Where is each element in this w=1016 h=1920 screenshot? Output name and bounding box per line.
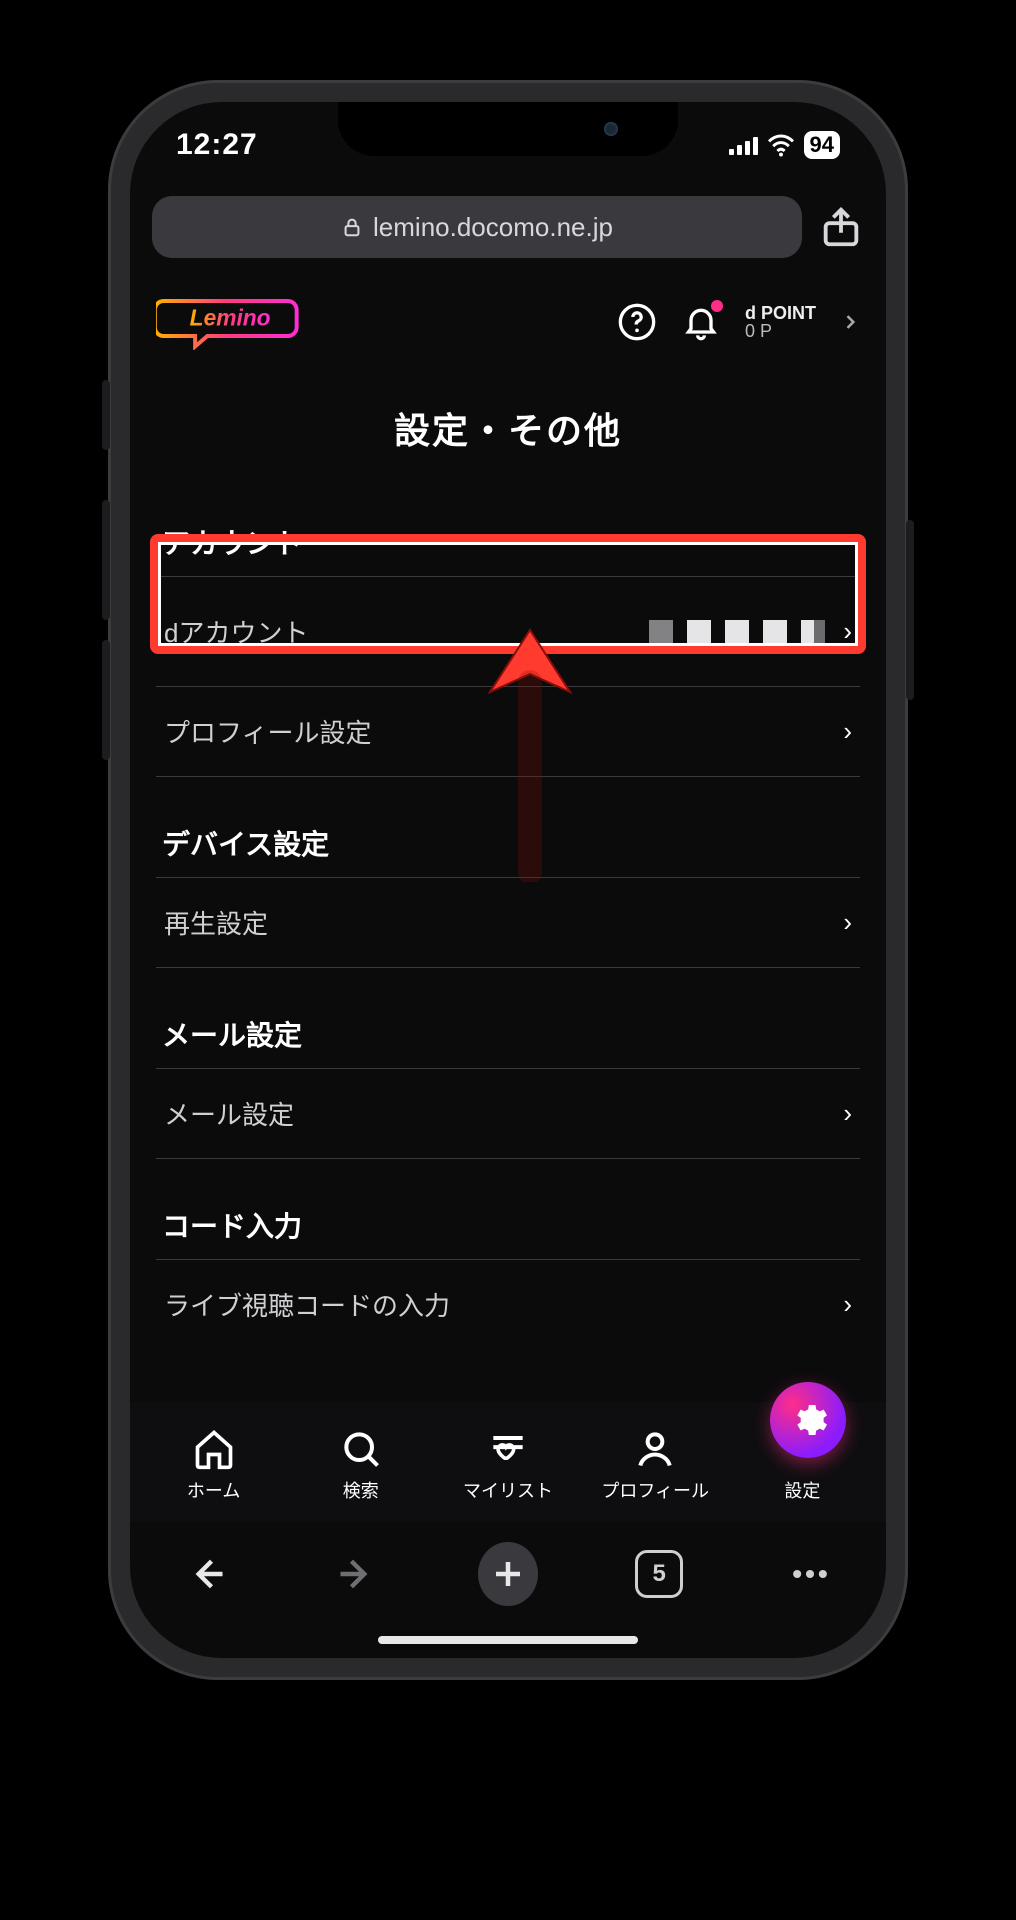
dpoint-value: 0 P: [745, 322, 816, 340]
nav-label: ホーム: [187, 1477, 240, 1503]
section-code-title: コード入力: [156, 1159, 860, 1259]
browser-back-button[interactable]: [176, 1544, 236, 1604]
browser-forward-button[interactable]: [327, 1544, 387, 1604]
row-label: ライブ視聴コードの入力: [164, 1286, 450, 1323]
browser-new-tab-button[interactable]: [478, 1544, 538, 1604]
search-icon: [339, 1427, 383, 1471]
app-header: Lemino d POINT 0 P: [156, 287, 860, 357]
browser-address-bar[interactable]: lemino.docomo.ne.jp: [152, 196, 802, 258]
chevron-right-icon: ›: [843, 716, 852, 747]
cellular-signal-icon: [729, 135, 758, 155]
help-icon[interactable]: [617, 302, 657, 342]
front-camera: [604, 122, 618, 136]
gear-icon: [788, 1400, 828, 1440]
wifi-icon: [766, 133, 796, 157]
battery-indicator: 94: [804, 131, 840, 159]
phone-mute-switch: [102, 380, 110, 450]
chevron-right-icon: ›: [843, 1098, 852, 1129]
dpoint-label: d POINT: [745, 304, 816, 322]
screen: 12:27 94 lemino.docomo.ne.jp: [130, 102, 886, 1658]
browser-tabs-button[interactable]: 5: [629, 1544, 689, 1604]
phone-side-button: [906, 520, 914, 700]
row-live-code-input[interactable]: ライブ視聴コードの入力 ›: [156, 1259, 860, 1349]
home-icon: [192, 1427, 236, 1471]
row-label: プロフィール設定: [164, 713, 371, 750]
row-label: 再生設定: [164, 904, 268, 941]
more-icon: [788, 1552, 832, 1596]
lemino-logo[interactable]: Lemino: [156, 294, 306, 350]
nav-label: マイリスト: [463, 1477, 553, 1503]
section-device-title: デバイス設定: [156, 777, 860, 877]
dpoint-display[interactable]: d POINT 0 P: [745, 304, 816, 340]
row-playback-settings[interactable]: 再生設定 ›: [156, 877, 860, 968]
phone-volume-up: [102, 500, 110, 620]
profile-icon: [633, 1427, 677, 1471]
row-profile-settings[interactable]: プロフィール設定 ›: [156, 687, 860, 777]
nav-label: 検索: [343, 1477, 379, 1503]
battery-percent: 94: [810, 132, 834, 158]
row-label: dアカウント: [164, 613, 308, 650]
page-title: 設定・その他: [130, 402, 886, 454]
browser-domain: lemino.docomo.ne.jp: [373, 212, 613, 243]
chevron-right-icon: [840, 312, 860, 332]
arrow-right-icon: [335, 1552, 379, 1596]
notch: [338, 102, 678, 156]
nav-mylist[interactable]: マイリスト: [448, 1427, 568, 1503]
share-icon[interactable]: [818, 204, 864, 250]
masked-account-value: [649, 620, 825, 644]
phone-volume-down: [102, 640, 110, 760]
nav-home[interactable]: ホーム: [154, 1427, 274, 1503]
chevron-right-icon: ›: [843, 1289, 852, 1320]
notifications-button[interactable]: [681, 302, 721, 342]
nav-profile[interactable]: プロフィール: [595, 1427, 715, 1503]
nav-search[interactable]: 検索: [301, 1427, 421, 1503]
status-time: 12:27: [176, 128, 258, 162]
section-mail-title: メール設定: [156, 968, 860, 1068]
notification-badge: [711, 300, 723, 312]
section-account-title: アカウント: [156, 502, 860, 576]
row-label: メール設定: [164, 1095, 294, 1132]
nav-label: 設定: [784, 1477, 820, 1503]
browser-menu-button[interactable]: [780, 1544, 840, 1604]
chevron-right-icon: ›: [843, 907, 852, 938]
row-d-account[interactable]: dアカウント ›: [156, 576, 860, 687]
settings-fab[interactable]: [770, 1382, 846, 1458]
svg-text:Lemino: Lemino: [190, 305, 271, 331]
chevron-right-icon: ›: [843, 616, 852, 647]
nav-label: プロフィール: [601, 1477, 709, 1503]
arrow-left-icon: [184, 1552, 228, 1596]
tab-count: 5: [652, 1560, 665, 1588]
browser-toolbar: 5: [130, 1524, 886, 1624]
home-indicator[interactable]: [378, 1636, 638, 1644]
settings-list: アカウント dアカウント › プロフィール設定 › デバイス設定 再生設定 ›: [156, 502, 860, 1398]
mylist-icon: [486, 1427, 530, 1471]
row-mail-settings[interactable]: メール設定 ›: [156, 1068, 860, 1159]
phone-frame: 12:27 94 lemino.docomo.ne.jp: [108, 80, 908, 1680]
plus-icon: [490, 1556, 526, 1592]
lock-icon: [341, 216, 363, 238]
